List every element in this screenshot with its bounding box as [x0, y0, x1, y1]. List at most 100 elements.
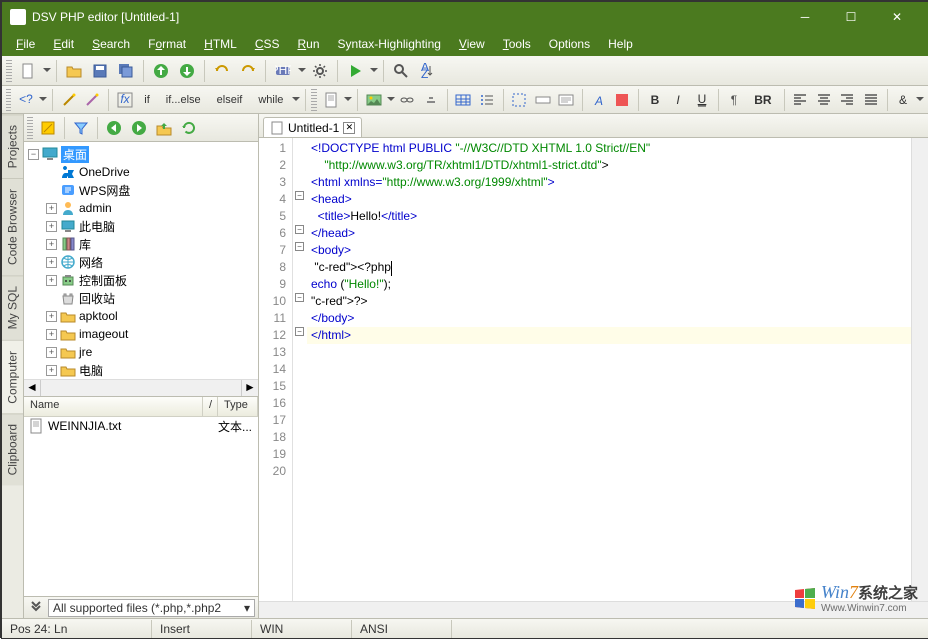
save-all-button[interactable] [114, 59, 138, 83]
run-dropdown[interactable] [369, 59, 378, 83]
tree-item[interactable]: WPS网盘 [24, 181, 258, 199]
form-button[interactable] [509, 88, 531, 112]
menu-help[interactable]: Help [600, 35, 641, 53]
doc-dropdown[interactable] [344, 88, 352, 112]
new-file-dropdown[interactable] [42, 59, 51, 83]
italic-button[interactable]: I [668, 88, 690, 112]
file-row[interactable]: WEINNJIA.txt 文本... [24, 417, 258, 435]
folder-tree[interactable]: − 桌面 OneDriveWPS网盘+admin+此电脑+库+网络+控制面板回收… [24, 142, 258, 379]
tree-root[interactable]: − 桌面 [24, 145, 258, 163]
save-button[interactable] [88, 59, 112, 83]
col-sort[interactable]: / [203, 397, 218, 416]
search-button[interactable] [389, 59, 413, 83]
php-check-button[interactable]: PHP [271, 59, 295, 83]
menu-tools[interactable]: Tools [495, 35, 539, 53]
anchor-button[interactable] [420, 88, 442, 112]
close-button[interactable]: ✕ [874, 2, 920, 32]
if-button[interactable]: if [137, 88, 157, 112]
expand-icon[interactable]: + [46, 221, 57, 232]
menu-html[interactable]: HTML [196, 35, 245, 53]
lp-filter-button[interactable] [69, 116, 93, 140]
lp-grip[interactable] [27, 117, 33, 139]
align-right-button[interactable] [837, 88, 859, 112]
php-tag-dropdown[interactable] [39, 88, 47, 112]
run-button[interactable] [343, 59, 367, 83]
toolbar2-grip[interactable] [6, 89, 11, 111]
maximize-button[interactable]: ☐ [828, 2, 874, 32]
expand-icon[interactable]: − [28, 149, 39, 160]
menu-options[interactable]: Options [541, 35, 598, 53]
expand-icon[interactable]: + [46, 239, 57, 250]
underline-button[interactable]: U [691, 88, 713, 112]
br-button[interactable]: BR [747, 88, 778, 112]
align-center-button[interactable] [813, 88, 835, 112]
wand-button[interactable] [58, 88, 80, 112]
menu-run[interactable]: Run [290, 35, 328, 53]
lp-forward-button[interactable] [127, 116, 151, 140]
php-tag-button[interactable]: <? [15, 88, 37, 112]
sidetab-projects[interactable]: Projects [2, 114, 23, 178]
paragraph-button[interactable]: ¶ [724, 88, 746, 112]
tree-item[interactable]: 回收站 [24, 289, 258, 307]
lp-edit-button[interactable] [36, 116, 60, 140]
toolbar3-grip[interactable] [311, 89, 316, 111]
tree-item[interactable]: +控制面板 [24, 271, 258, 289]
tree-item[interactable]: OneDrive [24, 163, 258, 181]
tree-item[interactable]: +admin [24, 199, 258, 217]
expand-icon[interactable]: + [46, 311, 57, 322]
editor-tab[interactable]: Untitled-1 ✕ [263, 117, 362, 137]
editor-vscroll[interactable] [911, 138, 928, 601]
special-char-dropdown[interactable] [916, 88, 924, 112]
tree-item[interactable]: +电脑 [24, 361, 258, 379]
input-button[interactable] [532, 88, 554, 112]
lp-refresh-button[interactable] [177, 116, 201, 140]
download-button[interactable] [175, 59, 199, 83]
image-button[interactable] [363, 88, 385, 112]
special-char-button[interactable]: & [893, 88, 915, 112]
code-editor[interactable]: <!DOCTYPE html PUBLIC "-//W3C//DTD XHTML… [307, 138, 911, 601]
file-type-filter[interactable]: All supported files (*.php,*.php2▾ [48, 599, 255, 617]
snippets-dropdown[interactable] [292, 88, 300, 112]
textarea-button[interactable] [556, 88, 578, 112]
func-button[interactable]: fx [114, 88, 136, 112]
editor-hscroll[interactable] [259, 601, 928, 618]
toolbar-grip[interactable] [6, 60, 12, 82]
while-button[interactable]: while [251, 88, 290, 112]
tree-item[interactable]: +apktool [24, 307, 258, 325]
sidetab-computer[interactable]: Computer [2, 340, 23, 414]
open-file-button[interactable] [62, 59, 86, 83]
tree-item[interactable]: +此电脑 [24, 217, 258, 235]
tree-item[interactable]: +imageout [24, 325, 258, 343]
ifelse-button[interactable]: if...else [159, 88, 208, 112]
sidetab-mysql[interactable]: My SQL [2, 275, 23, 339]
lp-back-button[interactable] [102, 116, 126, 140]
menu-search[interactable]: Search [84, 35, 138, 53]
expand-icon[interactable]: + [46, 365, 57, 376]
undo-button[interactable] [210, 59, 234, 83]
php-check-dropdown[interactable] [297, 59, 306, 83]
new-file-button[interactable] [16, 59, 40, 83]
bold-button[interactable]: B [644, 88, 666, 112]
expand-icon[interactable]: + [46, 275, 57, 286]
menu-view[interactable]: View [451, 35, 493, 53]
minimize-button[interactable]: ─ [782, 2, 828, 32]
menu-file[interactable]: File [8, 35, 43, 53]
redo-button[interactable] [236, 59, 260, 83]
close-tab-icon[interactable]: ✕ [343, 122, 355, 134]
menu-css[interactable]: CSS [247, 35, 288, 53]
file-list-body[interactable]: WEINNJIA.txt 文本... [24, 417, 258, 596]
doc-button[interactable] [321, 88, 343, 112]
fold-strip[interactable]: −−−−− [293, 138, 307, 601]
align-justify-button[interactable] [860, 88, 882, 112]
tree-item[interactable]: +jre [24, 343, 258, 361]
col-name[interactable]: Name [24, 397, 203, 416]
settings-button[interactable] [308, 59, 332, 83]
list-button[interactable] [476, 88, 498, 112]
image-dropdown[interactable] [387, 88, 395, 112]
sort-button[interactable]: AZ [415, 59, 439, 83]
font-button[interactable]: A [588, 88, 610, 112]
lp-up-button[interactable] [152, 116, 176, 140]
align-left-button[interactable] [789, 88, 811, 112]
expand-icon[interactable]: + [46, 203, 57, 214]
menu-format[interactable]: Format [140, 35, 194, 53]
